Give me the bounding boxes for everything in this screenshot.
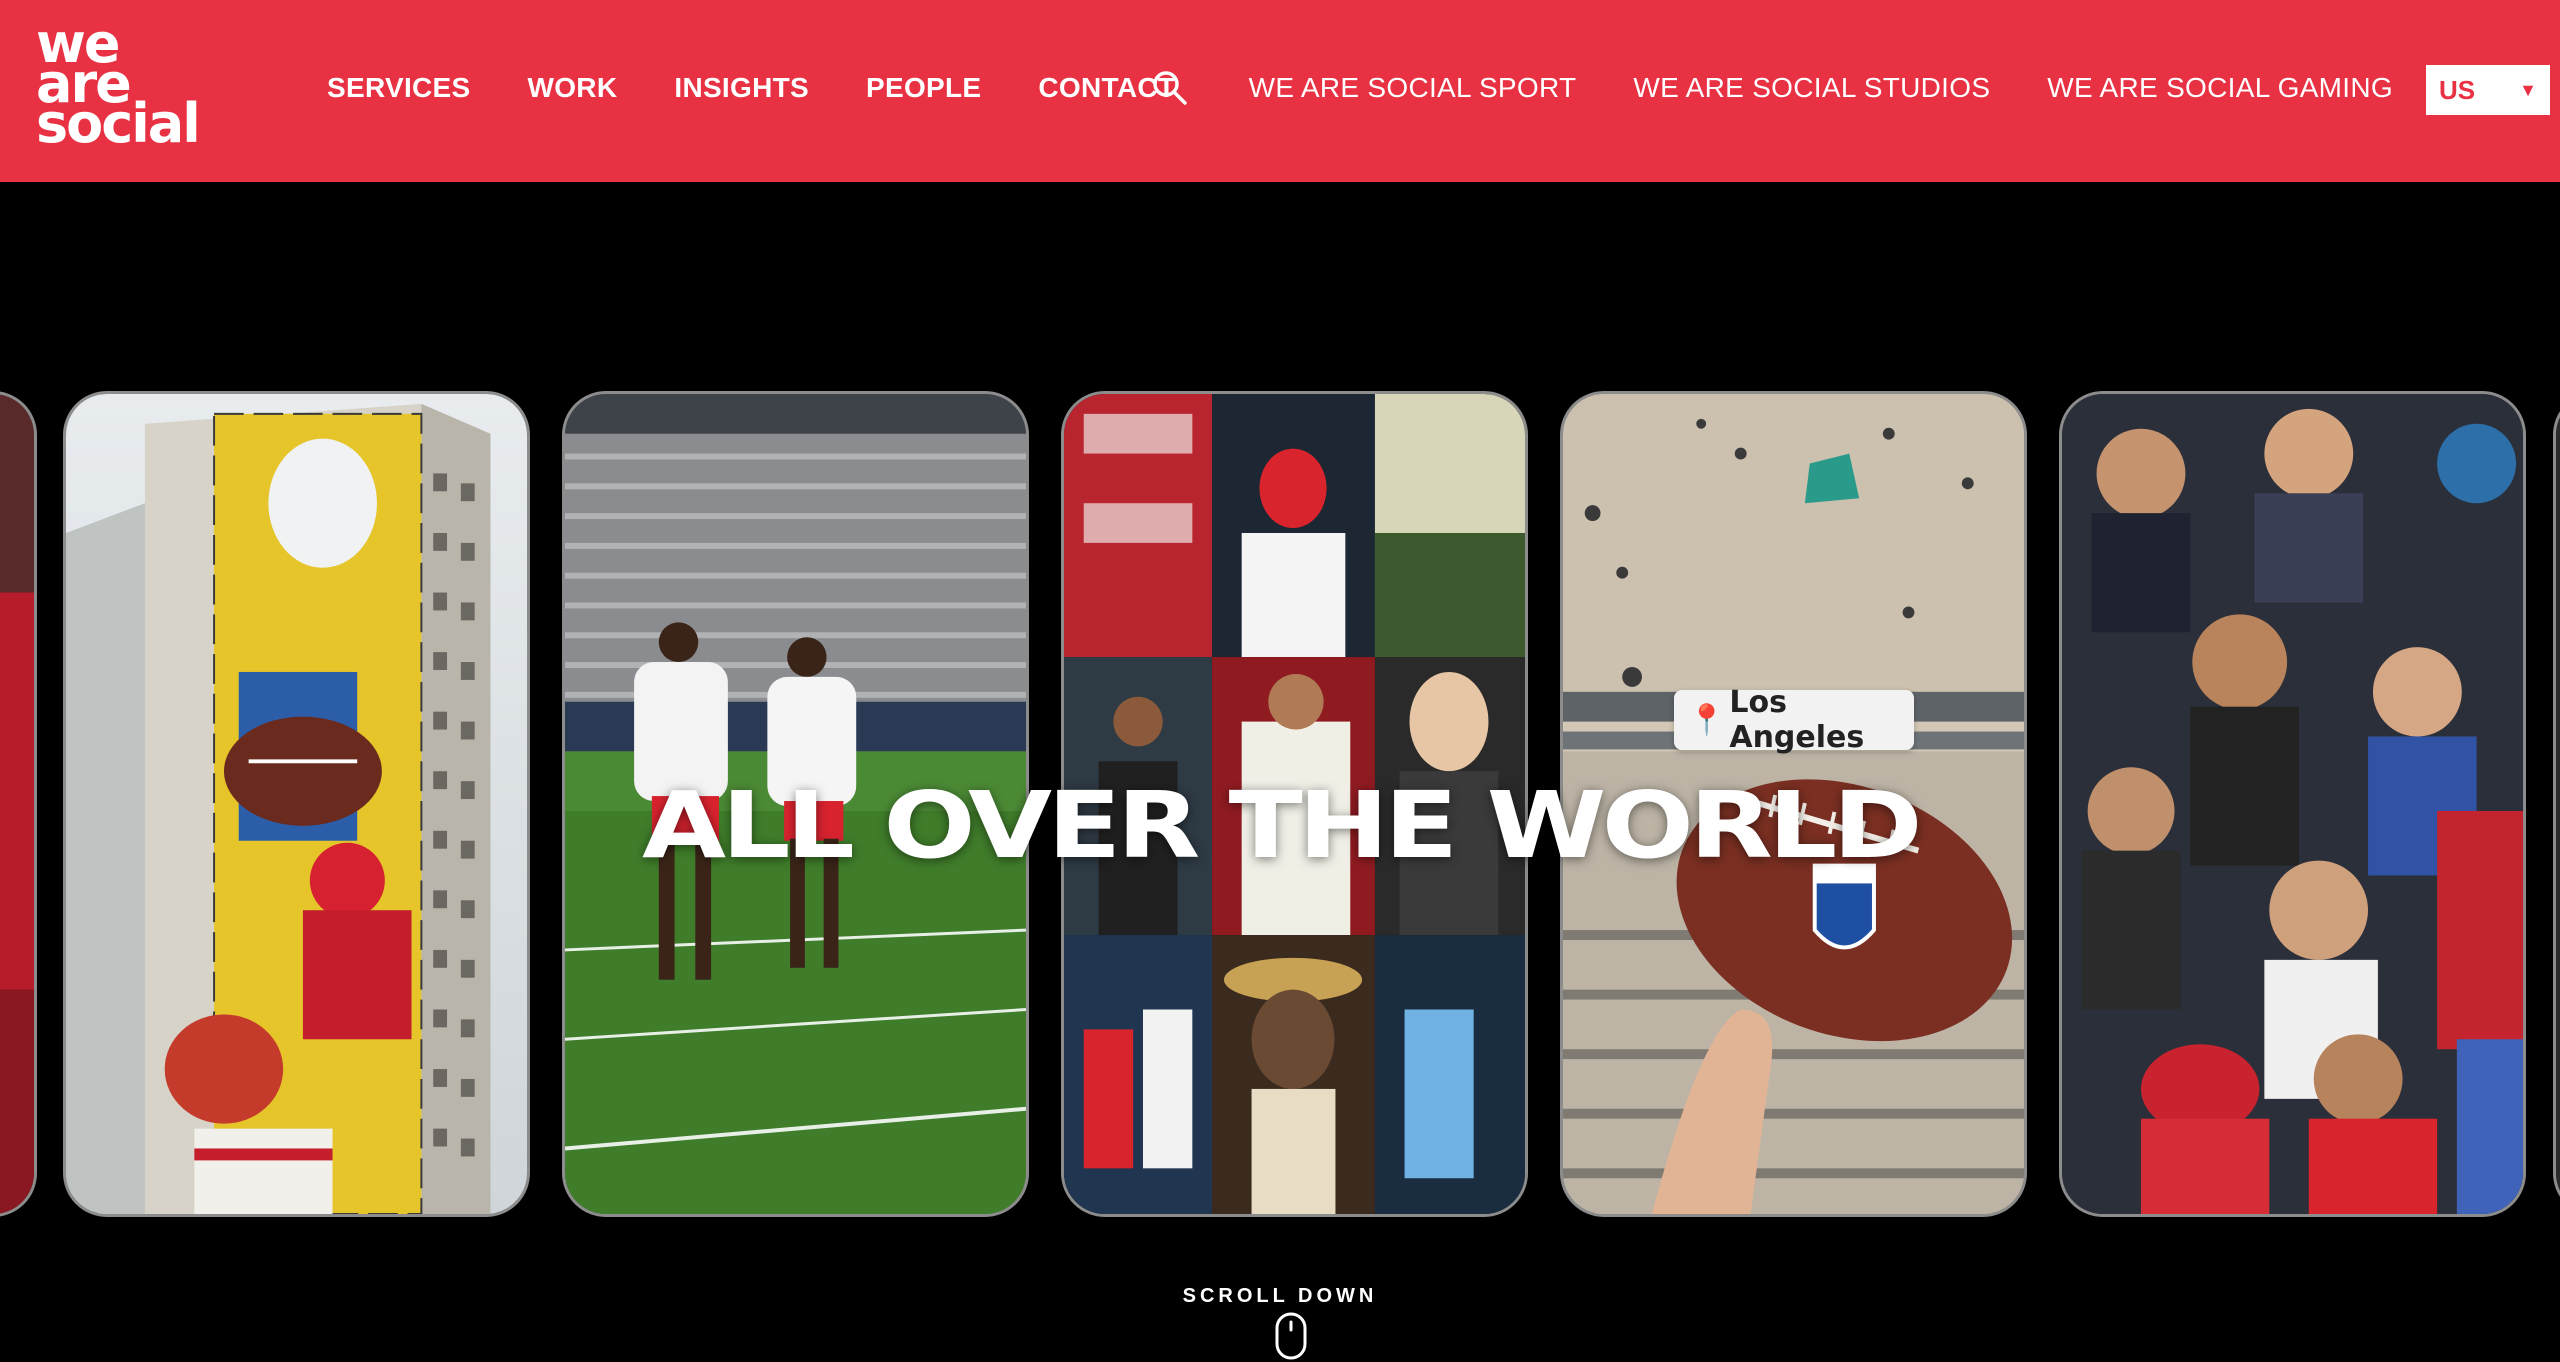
nav-insights[interactable]: INSIGHTS: [674, 72, 809, 104]
scroll-down-label[interactable]: SCROLL DOWN: [0, 1285, 2560, 1308]
nav-services[interactable]: SERVICES: [327, 72, 471, 104]
site-header: we are social SERVICES WORK INSIGHTS PEO…: [0, 0, 2560, 182]
nav-work[interactable]: WORK: [528, 72, 618, 104]
mouse-icon[interactable]: [1275, 1312, 1307, 1360]
map-pin-icon: 📍: [1688, 702, 1726, 738]
hero-section: 📍 Los Angeles ALL OVER THE WORLD SCROLL …: [0, 182, 2560, 1362]
nav-we-are-social-gaming[interactable]: WE ARE SOCIAL GAMING: [2047, 72, 2393, 104]
location-tag-label: Los Angeles: [1729, 685, 1865, 755]
main-nav: SERVICES WORK INSIGHTS PEOPLE CONTACT: [327, 66, 1232, 110]
nav-people[interactable]: PEOPLE: [866, 72, 981, 104]
region-select[interactable]: US ▼: [2426, 65, 2550, 115]
search-icon[interactable]: [1150, 68, 1190, 108]
location-tag: 📍 Los Angeles: [1674, 685, 1914, 755]
caret-down-icon: ▼: [2519, 79, 2537, 100]
hero-headline: ALL OVER THE WORLD: [642, 772, 1923, 879]
logo-line-social: social: [36, 92, 201, 155]
nav-we-are-social-studios[interactable]: WE ARE SOCIAL STUDIOS: [1633, 72, 1990, 104]
sister-sites-nav: WE ARE SOCIAL SPORT WE ARE SOCIAL STUDIO…: [1192, 66, 2393, 110]
we-are-social-logo[interactable]: we are social: [36, 17, 216, 155]
nav-we-are-social-sport[interactable]: WE ARE SOCIAL SPORT: [1249, 72, 1577, 104]
region-select-value: US: [2439, 74, 2476, 105]
